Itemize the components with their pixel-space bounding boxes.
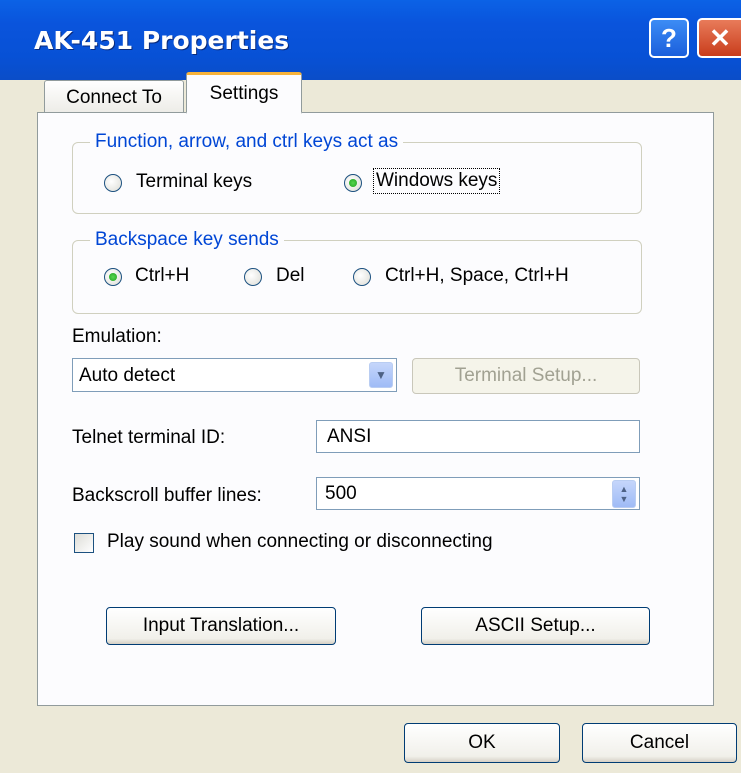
ok-button[interactable]: OK xyxy=(404,723,560,763)
radio-ctrl-h-space-label[interactable]: Ctrl+H, Space, Ctrl+H xyxy=(385,265,569,287)
radio-terminal-keys[interactable] xyxy=(104,174,122,192)
backspace-legend: Backspace key sends xyxy=(90,229,284,251)
radio-del-label[interactable]: Del xyxy=(276,265,305,287)
emulation-label: Emulation: xyxy=(72,326,162,347)
radio-windows-keys[interactable] xyxy=(344,174,362,192)
help-icon: ? xyxy=(661,22,677,53)
terminal-setup-button[interactable]: Terminal Setup... xyxy=(412,358,640,394)
terminal-setup-label: Terminal Setup... xyxy=(454,365,598,386)
tab-label: Connect To xyxy=(66,86,162,108)
spinner-icon[interactable]: ▲ ▼ xyxy=(612,480,636,508)
cancel-label: Cancel xyxy=(629,732,690,753)
input-translation-button[interactable]: Input Translation... xyxy=(106,607,336,645)
tab-label: Settings xyxy=(209,82,279,104)
emulation-value: Auto detect xyxy=(79,365,176,386)
tab-connect-to[interactable]: Connect To xyxy=(44,80,184,114)
function-keys-legend: Function, arrow, and ctrl keys act as xyxy=(90,131,404,153)
telnet-id-value: ANSI xyxy=(327,426,372,447)
emulation-select[interactable]: Auto detect ▼ xyxy=(72,358,397,392)
radio-ctrl-h-label[interactable]: Ctrl+H xyxy=(135,265,189,287)
radio-ctrl-h[interactable] xyxy=(104,268,122,286)
backscroll-value: 500 xyxy=(325,483,357,504)
ascii-setup-label: ASCII Setup... xyxy=(475,615,596,636)
radio-terminal-keys-label[interactable]: Terminal keys xyxy=(136,171,252,193)
chevron-down-icon[interactable]: ▼ xyxy=(369,362,393,388)
radio-windows-keys-label[interactable]: Windows keys xyxy=(372,168,501,194)
sound-checkbox-label[interactable]: Play sound when connecting or disconnect… xyxy=(107,531,493,553)
close-button[interactable]: ✕ xyxy=(697,18,741,58)
title-bar[interactable]: AK-451 Properties ? ✕ xyxy=(0,0,741,80)
telnet-id-input[interactable]: ANSI xyxy=(316,420,640,453)
radio-ctrl-h-space[interactable] xyxy=(353,268,371,286)
sound-checkbox[interactable] xyxy=(74,533,94,553)
telnet-id-label: Telnet terminal ID: xyxy=(72,427,226,448)
input-translation-label: Input Translation... xyxy=(142,615,300,636)
close-icon: ✕ xyxy=(709,22,731,53)
cancel-button[interactable]: Cancel xyxy=(582,723,737,763)
radio-del[interactable] xyxy=(244,268,262,286)
backscroll-stepper[interactable]: 500 ▲ ▼ xyxy=(316,477,640,510)
ascii-setup-button[interactable]: ASCII Setup... xyxy=(421,607,650,645)
ok-label: OK xyxy=(468,732,496,753)
help-button[interactable]: ? xyxy=(649,18,689,58)
backscroll-label: Backscroll buffer lines: xyxy=(72,485,262,506)
window-title: AK-451 Properties xyxy=(34,26,290,55)
tab-settings[interactable]: Settings xyxy=(186,72,302,114)
